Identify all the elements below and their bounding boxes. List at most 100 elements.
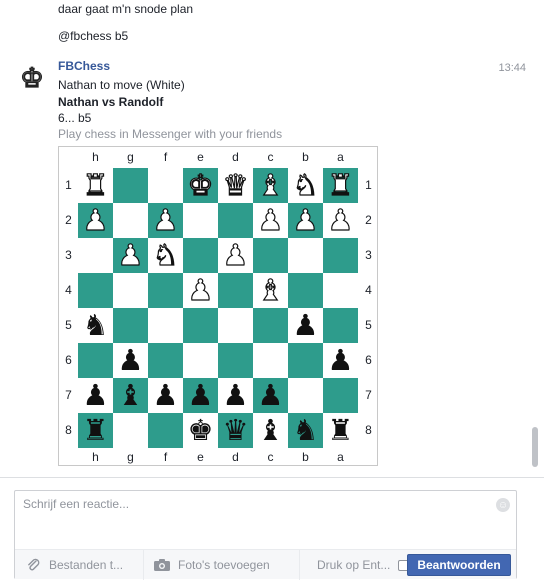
emoji-icon[interactable]: ☺ <box>496 498 510 512</box>
rank-label-3: 3 <box>365 248 372 262</box>
file-label-c: c <box>267 450 274 464</box>
board-square-b6[interactable] <box>288 343 323 378</box>
board-square-b1[interactable]: ♞ <box>288 168 323 203</box>
white-knight-icon: ♞ <box>152 238 179 272</box>
board-square-a7[interactable] <box>323 378 358 413</box>
board-square-h5[interactable]: ♞ <box>78 308 113 343</box>
board-square-g3[interactable]: ♟ <box>113 238 148 273</box>
board-square-g4[interactable] <box>113 273 148 308</box>
attach-files-button[interactable]: Bestanden t... <box>25 550 123 580</box>
board-square-b7[interactable] <box>288 378 323 413</box>
white-pawn-icon: ♟ <box>82 203 109 237</box>
board-square-d7[interactable]: ♟ <box>218 378 253 413</box>
board-square-a3[interactable] <box>323 238 358 273</box>
white-pawn-icon: ♟ <box>327 203 354 237</box>
white-king-icon: ♚ <box>187 168 214 202</box>
board-square-b2[interactable]: ♟ <box>288 203 323 238</box>
board-square-c5[interactable] <box>253 308 288 343</box>
black-rook-icon: ♜ <box>327 413 354 447</box>
black-knight-icon: ♞ <box>82 308 109 342</box>
board-square-h7[interactable]: ♟ <box>78 378 113 413</box>
message-text: @fbchess b5 <box>58 29 129 43</box>
file-label-d: d <box>232 450 239 464</box>
board-square-f7[interactable]: ♟ <box>148 378 183 413</box>
board-square-e2[interactable] <box>183 203 218 238</box>
board-square-d1[interactable]: ♛ <box>218 168 253 203</box>
file-label-h: h <box>92 450 99 464</box>
board-square-g6[interactable]: ♟ <box>113 343 148 378</box>
reply-button[interactable]: Beantwoorden <box>407 554 511 576</box>
board-square-d6[interactable] <box>218 343 253 378</box>
board-square-a6[interactable]: ♟ <box>323 343 358 378</box>
board-square-a2[interactable]: ♟ <box>323 203 358 238</box>
board-square-e6[interactable] <box>183 343 218 378</box>
white-pawn-icon: ♟ <box>222 238 249 272</box>
board-square-d4[interactable] <box>218 273 253 308</box>
board-square-c2[interactable]: ♟ <box>253 203 288 238</box>
board-square-f4[interactable] <box>148 273 183 308</box>
rank-label-4: 4 <box>365 283 372 297</box>
board-square-f3[interactable]: ♞ <box>148 238 183 273</box>
rank-label-5: 5 <box>365 318 372 332</box>
board-square-e1[interactable]: ♚ <box>183 168 218 203</box>
board-square-c7[interactable]: ♟ <box>253 378 288 413</box>
board-square-g5[interactable] <box>113 308 148 343</box>
board-square-a1[interactable]: ♜ <box>323 168 358 203</box>
board-square-f1[interactable] <box>148 168 183 203</box>
board-square-a4[interactable] <box>323 273 358 308</box>
board-square-f5[interactable] <box>148 308 183 343</box>
scrollbar-thumb[interactable] <box>532 427 538 467</box>
sender-name[interactable]: FBChess <box>58 59 110 73</box>
black-pawn-icon: ♟ <box>152 378 179 412</box>
board-square-c6[interactable] <box>253 343 288 378</box>
board-square-f2[interactable]: ♟ <box>148 203 183 238</box>
board-square-d3[interactable]: ♟ <box>218 238 253 273</box>
board-square-e5[interactable] <box>183 308 218 343</box>
board-square-h6[interactable] <box>78 343 113 378</box>
board-square-e7[interactable]: ♟ <box>183 378 218 413</box>
rank-label-1: 1 <box>365 178 372 192</box>
board-square-h2[interactable]: ♟ <box>78 203 113 238</box>
file-label-a: a <box>337 450 344 464</box>
board-square-h8[interactable]: ♜ <box>78 413 113 448</box>
board-square-h1[interactable]: ♜ <box>78 168 113 203</box>
board-square-h3[interactable] <box>78 238 113 273</box>
board-square-g8[interactable] <box>113 413 148 448</box>
rank-label-6: 6 <box>65 353 72 367</box>
board-square-b8[interactable]: ♞ <box>288 413 323 448</box>
black-pawn-icon: ♟ <box>187 378 214 412</box>
file-label-h: h <box>92 150 99 164</box>
board-square-e8[interactable]: ♚ <box>183 413 218 448</box>
board-square-d5[interactable] <box>218 308 253 343</box>
board-square-f8[interactable] <box>148 413 183 448</box>
board-square-a8[interactable]: ♜ <box>323 413 358 448</box>
fbchess-avatar[interactable]: ♚ <box>18 64 46 92</box>
rank-label-7: 7 <box>365 388 372 402</box>
board-square-c4[interactable]: ♝ <box>253 273 288 308</box>
game-players: Nathan vs Randolf <box>58 95 164 109</box>
board-square-c8[interactable]: ♝ <box>253 413 288 448</box>
enter-to-send-toggle[interactable]: Druk op Ent... <box>317 550 410 580</box>
board-square-e3[interactable] <box>183 238 218 273</box>
board-square-h4[interactable] <box>78 273 113 308</box>
board-square-d2[interactable] <box>218 203 253 238</box>
reply-input[interactable] <box>15 491 516 547</box>
board-square-b4[interactable] <box>288 273 323 308</box>
add-photos-button[interactable]: Foto's toevoegen <box>153 550 270 580</box>
toolbar-divider <box>143 550 144 580</box>
board-square-a5[interactable] <box>323 308 358 343</box>
board-square-d8[interactable]: ♛ <box>218 413 253 448</box>
white-rook-icon: ♜ <box>82 168 109 202</box>
board-square-f6[interactable] <box>148 343 183 378</box>
board-square-g2[interactable] <box>113 203 148 238</box>
board-square-e4[interactable]: ♟ <box>183 273 218 308</box>
board-square-b5[interactable]: ♟ <box>288 308 323 343</box>
board-square-b3[interactable] <box>288 238 323 273</box>
board-square-c1[interactable]: ♝ <box>253 168 288 203</box>
file-label-f: f <box>163 450 168 464</box>
board-square-g7[interactable]: ♝ <box>113 378 148 413</box>
file-label-b: b <box>302 150 309 164</box>
enter-to-send-label: Druk op Ent... <box>317 558 391 572</box>
board-square-g1[interactable] <box>113 168 148 203</box>
board-square-c3[interactable] <box>253 238 288 273</box>
